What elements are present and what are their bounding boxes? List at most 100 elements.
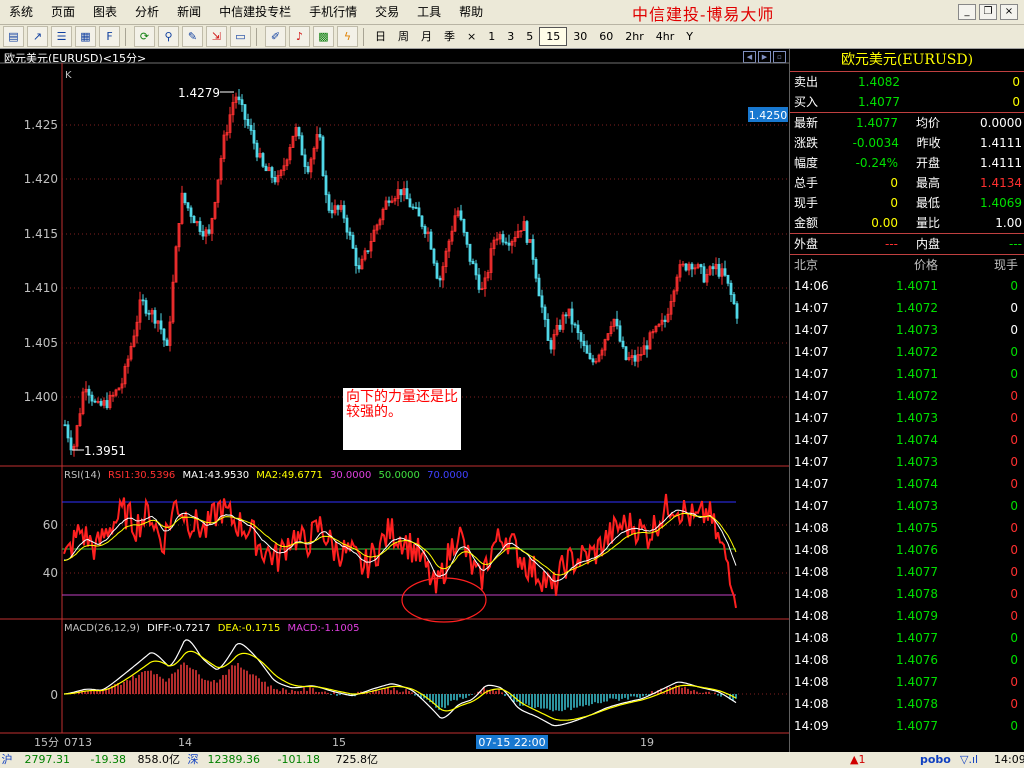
sh-index: 2797.31 xyxy=(24,753,71,766)
candle-body xyxy=(414,206,418,209)
period-2hr[interactable]: 2hr xyxy=(619,27,650,46)
tick-row[interactable]: 14:06 1.4071 0 xyxy=(790,275,1024,297)
period-15min[interactable]: 15 xyxy=(539,27,568,46)
candle-body xyxy=(540,295,544,308)
tick-row[interactable]: 14:08 1.4079 0 xyxy=(790,605,1024,627)
stat-value: 0 xyxy=(890,196,899,210)
menu-page[interactable]: 页面 xyxy=(42,0,84,24)
period-30min[interactable]: 30 xyxy=(567,27,593,46)
window-icon[interactable]: ▭ xyxy=(230,26,251,47)
refresh-icon[interactable]: ⟳ xyxy=(134,26,155,47)
stat-label: 总手 xyxy=(794,176,819,190)
restore-icon[interactable]: ❐ xyxy=(979,4,997,20)
minimize-icon[interactable]: _ xyxy=(958,4,976,20)
menu-news[interactable]: 新闻 xyxy=(168,0,210,24)
tick-row[interactable]: 14:07 1.4074 0 xyxy=(790,473,1024,495)
candle-body xyxy=(570,308,574,325)
period-1min[interactable]: 1 xyxy=(482,27,501,46)
zoom-in-icon[interactable]: ⚲ xyxy=(158,26,179,47)
candle-body xyxy=(615,318,619,327)
candle-body xyxy=(417,207,421,217)
rsi-ma2-value: MA2:49.6771 xyxy=(256,470,323,481)
tick-row[interactable]: 14:09 1.4077 0 xyxy=(790,715,1024,737)
flash-icon[interactable]: ϟ xyxy=(337,26,358,47)
table-icon[interactable]: ▦ xyxy=(75,26,96,47)
rsi-name: RSI(14) xyxy=(64,470,101,481)
menu-citic-column[interactable]: 中信建投专栏 xyxy=(210,0,300,24)
tick-row[interactable]: 14:08 1.4078 0 xyxy=(790,583,1024,605)
tick-row[interactable]: 14:07 1.4073 0 xyxy=(790,451,1024,473)
grid-icon[interactable]: ▩ xyxy=(313,26,334,47)
menu-analysis[interactable]: 分析 xyxy=(126,0,168,24)
close-icon[interactable]: × xyxy=(1000,4,1018,20)
menu-trade[interactable]: 交易 xyxy=(366,0,408,24)
quote-stats: 最新 1.4077 均价 0.0000 涨跌 -0.0034 昨收 1.4111 幅度 -0.24… xyxy=(790,113,1024,233)
outer-label: 外盘 xyxy=(794,237,819,251)
tick-time: 14:08 xyxy=(794,675,829,689)
menu-chart[interactable]: 图表 xyxy=(84,0,126,24)
quote-stat-row: 涨跌 -0.0034 昨收 1.4111 xyxy=(790,133,1024,153)
candle-body xyxy=(237,96,241,101)
tick-row[interactable]: 14:08 1.4075 0 xyxy=(790,517,1024,539)
tick-row[interactable]: 14:07 1.4074 0 xyxy=(790,429,1024,451)
alert-indicator[interactable]: ▲1 xyxy=(850,752,920,768)
tick-row[interactable]: 14:08 1.4077 0 xyxy=(790,671,1024,693)
menu-mobile-quotes[interactable]: 手机行情 xyxy=(300,0,366,24)
tick-row[interactable]: 14:07 1.4073 0 xyxy=(790,319,1024,341)
candle-body xyxy=(645,345,649,350)
candle-body xyxy=(348,231,352,236)
quote-stat-row: 幅度 -0.24% 开盘 1.4111 xyxy=(790,153,1024,173)
tick-row[interactable]: 14:08 1.4078 0 xyxy=(790,693,1024,715)
tick-row[interactable]: 14:07 1.4073 0 xyxy=(790,495,1024,517)
tick-price: 1.4079 xyxy=(896,609,938,623)
period-week[interactable]: 周 xyxy=(392,27,415,46)
period-day[interactable]: 日 xyxy=(369,27,392,46)
menu-tools[interactable]: 工具 xyxy=(408,0,450,24)
candle-body xyxy=(66,424,70,439)
period-quarter[interactable]: 季 xyxy=(438,27,461,46)
toolbar-separator xyxy=(125,27,126,46)
candle-body xyxy=(507,242,511,246)
tick-row[interactable]: 14:07 1.4073 0 xyxy=(790,407,1024,429)
tick-volume: 0 xyxy=(1010,521,1018,535)
annotation-note[interactable]: 向下的力量还是比较强的。 xyxy=(343,388,461,450)
period-year[interactable]: Y xyxy=(680,27,699,46)
edit-icon[interactable]: ✐ xyxy=(265,26,286,47)
high-price-label: 1.4279 xyxy=(178,86,220,100)
f10-icon[interactable]: F xyxy=(99,26,120,47)
chart-panel[interactable]: 欧元美元(EURUSD)<15分> ◀ ▶ ▫ 1.425 1.420 1.41… xyxy=(0,49,790,752)
tick-volume: 0 xyxy=(1010,675,1018,689)
candle-body xyxy=(435,262,439,279)
candle-body xyxy=(141,299,145,302)
tick-row[interactable]: 14:07 1.4072 0 xyxy=(790,385,1024,407)
tick-row[interactable]: 14:08 1.4077 0 xyxy=(790,627,1024,649)
period-5min[interactable]: 5 xyxy=(520,27,539,46)
period-60min[interactable]: 60 xyxy=(593,27,619,46)
layout-icon[interactable]: ▤ xyxy=(3,26,24,47)
quote-panel: 欧元美元(EURUSD) 卖出 1.4082 0 买入 1.4077 0 最新 1… xyxy=(790,49,1024,752)
period-4hr[interactable]: 4hr xyxy=(650,27,681,46)
tick-row[interactable]: 14:08 1.4076 0 xyxy=(790,539,1024,561)
draw-icon[interactable]: ✎ xyxy=(182,26,203,47)
tick-time: 14:08 xyxy=(794,631,829,645)
tick-row[interactable]: 14:08 1.4077 0 xyxy=(790,561,1024,583)
tick-row[interactable]: 14:07 1.4071 0 xyxy=(790,363,1024,385)
period-multiply[interactable]: × xyxy=(461,27,482,46)
tick-row[interactable]: 14:07 1.4072 0 xyxy=(790,341,1024,363)
candle-body xyxy=(186,202,190,209)
tick-price: 1.4077 xyxy=(896,719,938,733)
export-icon[interactable]: ⇲ xyxy=(206,26,227,47)
tick-row[interactable]: 14:07 1.4072 0 xyxy=(790,297,1024,319)
period-3min[interactable]: 3 xyxy=(501,27,520,46)
alarm-icon[interactable]: ♪ xyxy=(289,26,310,47)
menu-help[interactable]: 帮助 xyxy=(450,0,492,24)
tick-row[interactable]: 14:08 1.4076 0 xyxy=(790,649,1024,671)
tick-volume: 0 xyxy=(1010,587,1018,601)
tick-volume: 0 xyxy=(1010,719,1018,733)
toolbar-separator xyxy=(256,27,257,46)
period-month[interactable]: 月 xyxy=(415,27,438,46)
menu-system[interactable]: 系统 xyxy=(0,0,42,24)
line-chart-icon[interactable]: ↗ xyxy=(27,26,48,47)
list-icon[interactable]: ☰ xyxy=(51,26,72,47)
tick-list[interactable]: 14:06 1.4071 0 14:07 1.4072 0 14:07 1.4073 0 14:0… xyxy=(790,275,1024,737)
